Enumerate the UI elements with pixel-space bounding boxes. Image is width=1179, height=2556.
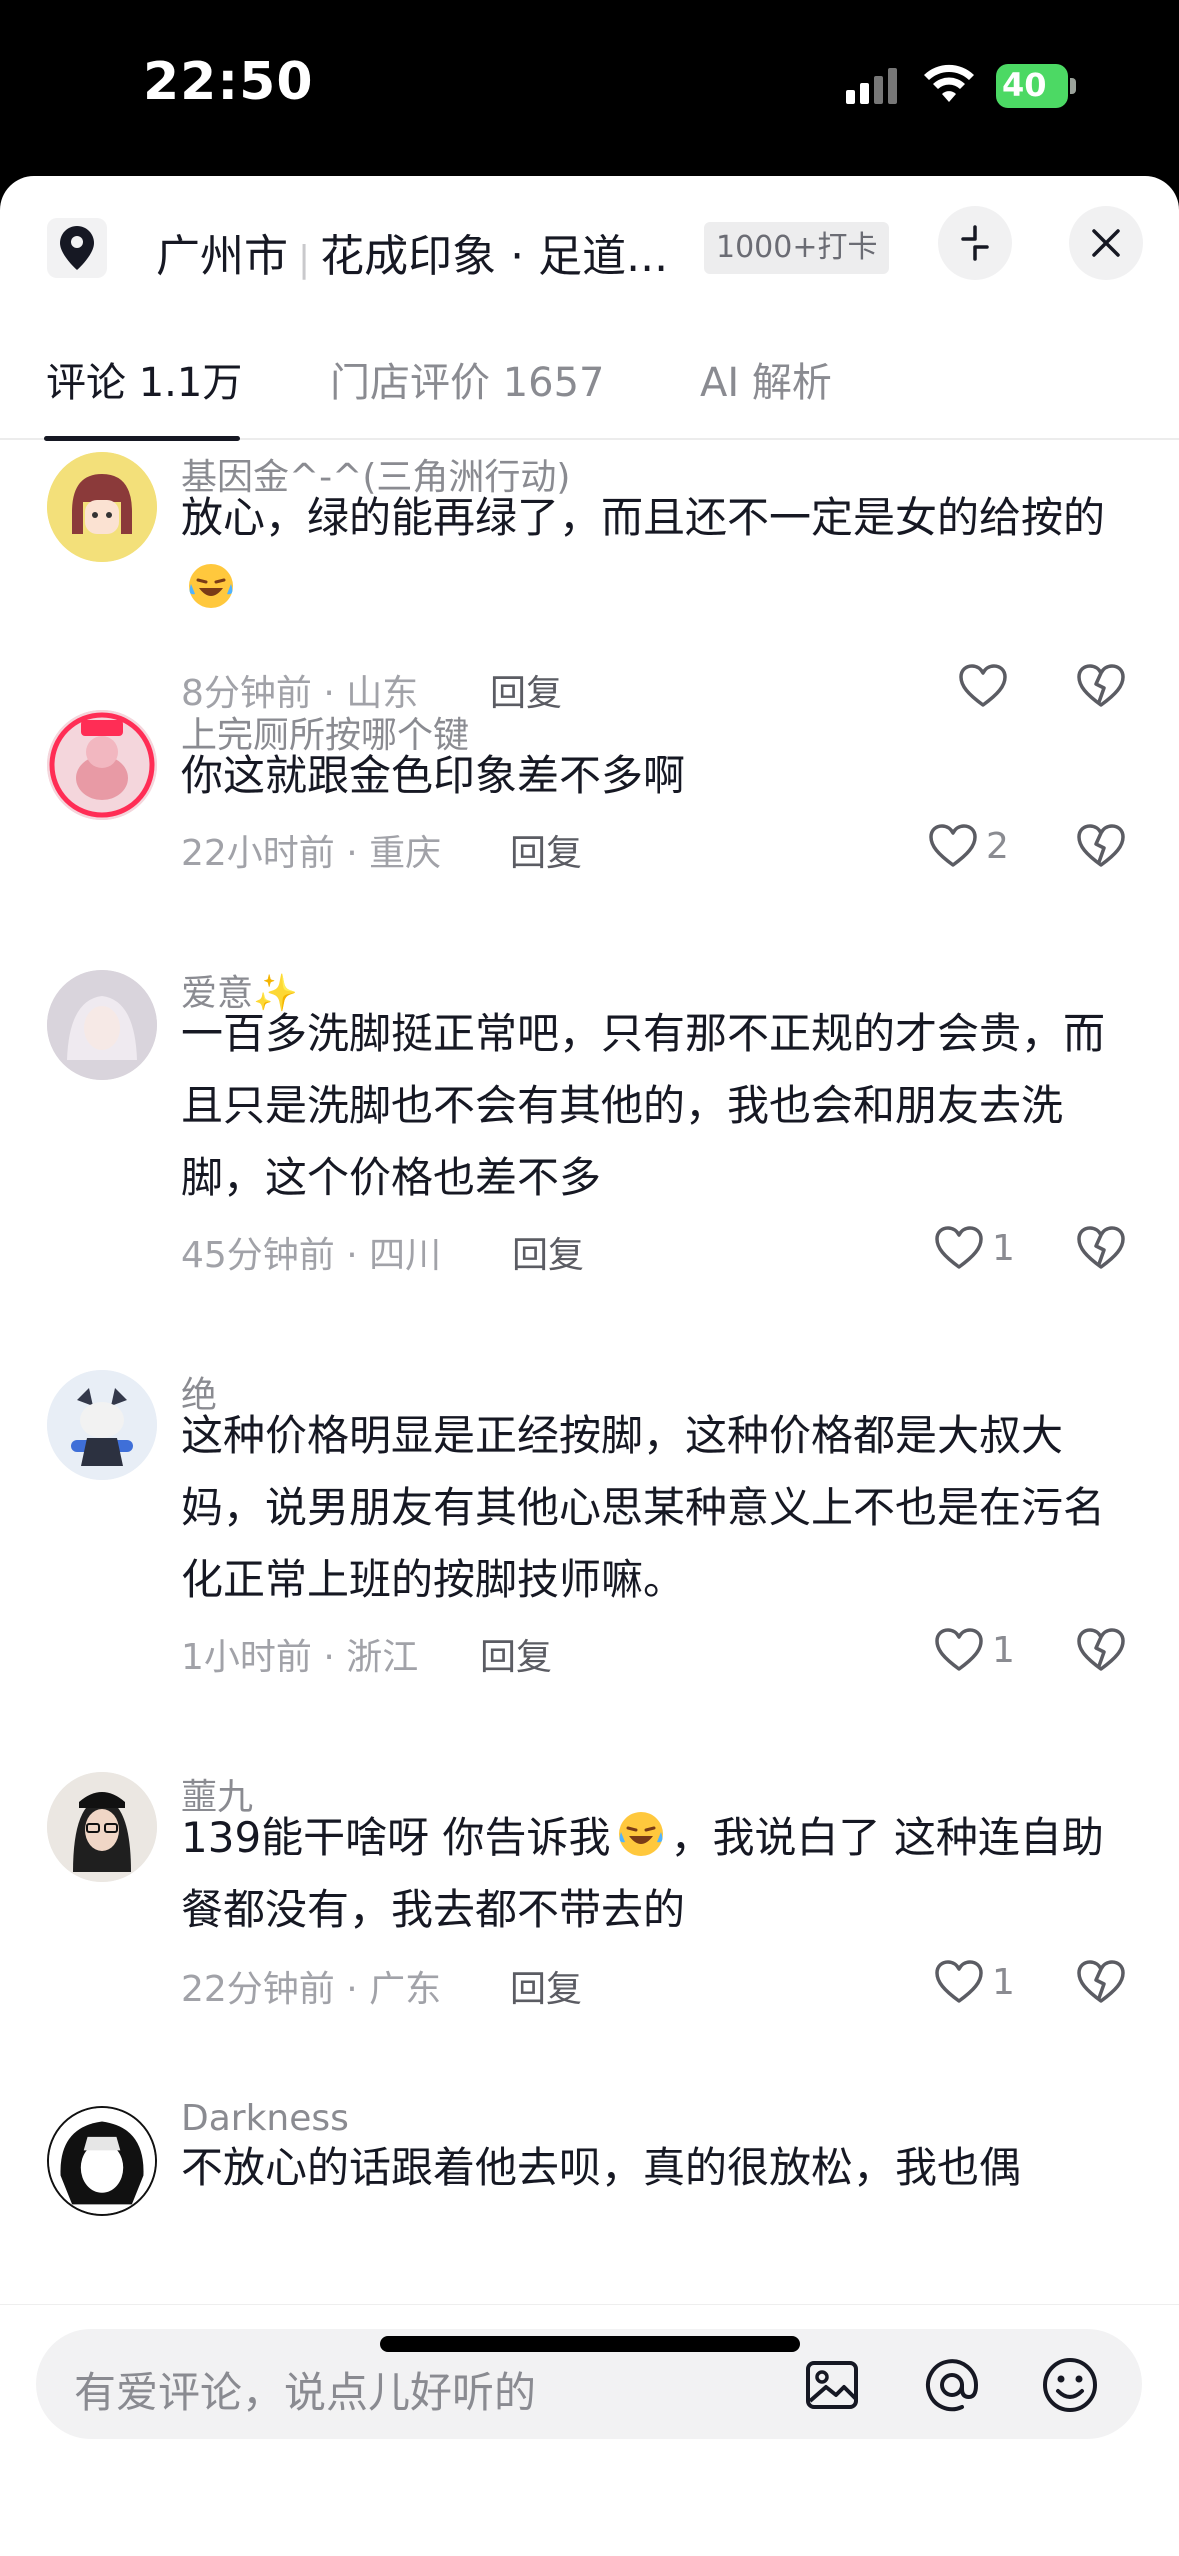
comment-text-body: 一百多洗脚挺正常吧，只有那不正规的才会贵，而且只是洗脚也不会有其他的，我也会和朋… — [181, 1009, 1106, 1202]
avatar[interactable] — [47, 710, 157, 820]
location-pin-icon[interactable] — [47, 218, 107, 278]
like-button[interactable]: 1 — [934, 1226, 1015, 1270]
mention-icon[interactable] — [922, 2355, 982, 2415]
comment-text-body: 不放心的话跟着他去呗，真的很放松，我也偶 — [181, 2143, 1022, 2192]
comment-text-body: 放心，绿的能再绿了，而且还不一定是女的给按的 — [181, 493, 1106, 542]
broken-heart-icon[interactable] — [1076, 1226, 1126, 1270]
like-button[interactable] — [958, 664, 1016, 708]
like-count: 1 — [992, 1629, 1015, 1671]
tab-store-reviews[interactable]: 门店评价 1657 — [330, 350, 605, 408]
heart-icon — [959, 664, 1007, 707]
comment-text: 放心，绿的能再绿了，而且还不一定是女的给按的 — [181, 482, 1131, 626]
like-button[interactable]: 1 — [934, 1628, 1015, 1672]
like-count: 2 — [986, 825, 1009, 867]
home-indicator — [380, 2336, 800, 2352]
comment-text: 一百多洗脚挺正常吧，只有那不正规的才会贵，而且只是洗脚也不会有其他的，我也会和朋… — [181, 998, 1131, 1214]
reply-button[interactable]: 回复 — [512, 1226, 584, 1278]
comment-text: 139能干啥呀 你告诉我 ，我说白了 这种连自助餐都没有，我去都不带去的 — [181, 1802, 1131, 1946]
comment-text: 不放心的话跟着他去呗，真的很放松，我也偶 — [181, 2132, 1131, 2204]
wifi-icon — [924, 64, 974, 102]
broken-heart-icon[interactable] — [1076, 1960, 1126, 2004]
reply-button[interactable]: 回复 — [510, 1960, 582, 2012]
status-bar: 22:50 40 — [0, 0, 1179, 176]
checkin-badge: 1000+打卡 — [704, 222, 890, 274]
avatar[interactable] — [47, 970, 157, 1080]
battery-icon: 40 — [996, 64, 1076, 108]
heart-icon — [935, 1960, 983, 2003]
close-button[interactable] — [1069, 206, 1143, 280]
avatar[interactable] — [47, 452, 157, 562]
city-label: 广州市 — [156, 231, 288, 282]
like-count: 1 — [992, 1961, 1015, 2003]
comment-meta: 45分钟前 · 四川 — [181, 1235, 442, 1276]
image-icon[interactable] — [802, 2355, 862, 2415]
avatar[interactable] — [47, 1370, 157, 1480]
sheet-header: 广州市 | 花成印象 · 足道... 1000+打卡 — [0, 176, 1179, 306]
comment-text-body: 这种价格明显是正经按脚，这种价格都是大叔大妈，说男朋友有其他心思某种意义上不也是… — [181, 1411, 1106, 1604]
comment-meta: 22分钟前 · 广东 — [181, 1969, 442, 2010]
emoji-icon[interactable] — [1040, 2355, 1100, 2415]
comment-text-body: 139能干啥呀 你告诉我 — [181, 1813, 611, 1862]
broken-heart-icon[interactable] — [1076, 664, 1126, 708]
status-time: 22:50 — [143, 52, 314, 112]
comment-meta: 1小时前 · 浙江 — [181, 1637, 419, 1678]
reply-button[interactable]: 回复 — [510, 824, 582, 876]
battery-level: 40 — [1002, 66, 1047, 104]
broken-heart-icon[interactable] — [1076, 1628, 1126, 1672]
reply-button[interactable]: 回复 — [490, 664, 562, 716]
comments-sheet: 广州市 | 花成印象 · 足道... 1000+打卡 评论 1.1万 门店评价 16… — [0, 176, 1179, 2556]
tab-bar: 评论 1.1万 门店评价 1657 AI 解析 — [0, 306, 1179, 440]
comment-text: 这种价格明显是正经按脚，这种价格都是大叔大妈，说男朋友有其他心思某种意义上不也是… — [181, 1400, 1131, 1616]
broken-heart-icon[interactable] — [1076, 824, 1126, 868]
laughing-crying-emoji-icon — [618, 1812, 663, 1856]
avatar[interactable] — [47, 1772, 157, 1882]
close-icon — [1092, 229, 1120, 257]
comment-text-body: 你这就跟金色印象差不多啊 — [181, 751, 686, 800]
active-tab-indicator — [44, 436, 240, 441]
shop-title[interactable]: 广州市 | 花成印象 · 足道... — [156, 220, 668, 284]
like-button[interactable]: 2 — [928, 824, 1009, 868]
cellular-signal-icon — [846, 68, 897, 104]
title-divider: | — [298, 239, 311, 280]
heart-icon — [929, 824, 977, 867]
collapse-icon — [961, 225, 989, 261]
comment-text: 你这就跟金色印象差不多啊 — [181, 740, 1131, 812]
reply-button[interactable]: 回复 — [480, 1628, 552, 1680]
laughing-crying-emoji-icon — [189, 564, 233, 608]
shop-name: 花成印象 · 足道... — [320, 231, 669, 282]
tab-comments[interactable]: 评论 1.1万 — [46, 350, 242, 408]
collapse-button[interactable] — [938, 206, 1012, 280]
comment-meta: 22小时前 · 重庆 — [181, 833, 442, 874]
avatar[interactable] — [47, 2106, 157, 2216]
like-count: 1 — [992, 1227, 1015, 1269]
comment-input-placeholder: 有爱评论，说点儿好听的 — [74, 2368, 537, 2417]
comment-list[interactable]: 基因金^-^(三角洲行动) 放心，绿的能再绿了，而且还不一定是女的给按的 8分钟… — [0, 442, 1179, 2304]
heart-icon — [935, 1628, 983, 1671]
like-button[interactable]: 1 — [934, 1960, 1015, 2004]
heart-icon — [935, 1226, 983, 1269]
tab-ai-analysis[interactable]: AI 解析 — [700, 350, 832, 408]
